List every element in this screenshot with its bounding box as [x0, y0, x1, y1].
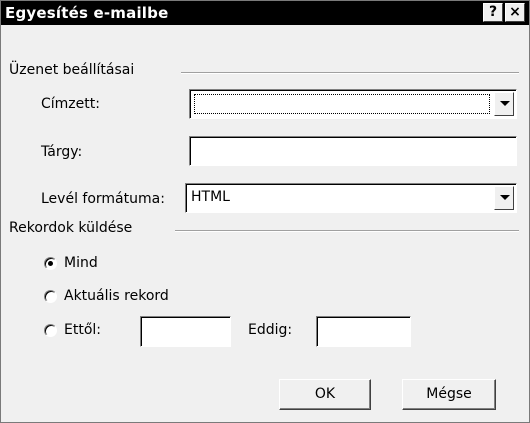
radio-current-record-label[interactable]: Aktuális rekord [64, 288, 169, 304]
title-bar[interactable]: Egyesítés e-mailbe ? × [1, 1, 529, 25]
to-record-input[interactable] [316, 316, 411, 347]
message-settings-group-label: Üzenet beállításai [9, 62, 141, 78]
cancel-button[interactable]: Mégse [402, 379, 496, 410]
radio-all-label[interactable]: Mind [64, 255, 98, 271]
ok-button[interactable]: OK [279, 379, 371, 410]
format-label: Levél formátuma: [41, 191, 165, 207]
subject-label: Tárgy: [41, 144, 83, 160]
mail-merge-dialog: Egyesítés e-mailbe ? × Üzenet beállítása… [0, 0, 530, 423]
to-combobox[interactable] [189, 89, 517, 119]
format-dropdown-button[interactable] [494, 186, 514, 210]
to-record-label: Eddig: [248, 322, 293, 338]
send-records-group-label: Rekordok küldése [9, 220, 139, 236]
subject-input[interactable] [189, 136, 517, 166]
radio-range-label[interactable]: Ettől: [64, 322, 101, 338]
focus-indicator [194, 94, 490, 114]
to-label: Címzett: [41, 96, 100, 112]
format-select-value: HTML [191, 189, 230, 205]
to-dropdown-button[interactable] [494, 92, 514, 116]
from-record-input[interactable] [140, 316, 231, 347]
help-button[interactable]: ? [483, 3, 503, 22]
format-select[interactable]: HTML [185, 183, 517, 213]
group-divider [175, 230, 519, 232]
close-button[interactable]: × [505, 3, 525, 22]
radio-current-record[interactable] [44, 290, 57, 303]
radio-all[interactable] [44, 257, 57, 270]
radio-range[interactable] [44, 324, 57, 337]
group-divider [181, 72, 519, 74]
dialog-title: Egyesítés e-mailbe [5, 4, 169, 22]
